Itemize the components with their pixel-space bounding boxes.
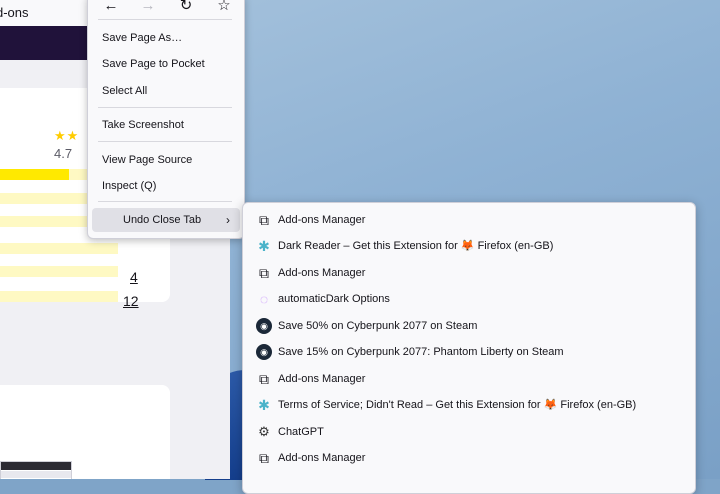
dark-reader-icon: ✱ [258,238,270,254]
closed-tab-label: Save 50% on Cyberpunk 2077 on Steam [278,320,478,332]
menu-separator [98,19,232,20]
context-nav-row: ← → ↻ ☆ [88,0,244,19]
closed-tab-item[interactable]: ◉ Save 50% on Cyberpunk 2077 on Steam [243,313,695,339]
rating-bar-0[interactable] [0,291,118,302]
thumbnail-toolbar [1,462,71,470]
rating-bar-fill [0,169,70,180]
undo-close-tab-item[interactable]: Undo Close Tab › [92,208,240,232]
closed-tab-label: ChatGPT [278,426,324,438]
select-all-item[interactable]: Select All [88,79,244,103]
automaticdark-icon: ◌ [259,291,269,307]
closed-tab-label: Add-ons Manager [278,452,366,464]
closed-tab-item[interactable]: ◌ automaticDark Options [243,286,695,312]
rating-count-link[interactable]: 4 [130,269,138,285]
closed-tab-item[interactable]: ⧉ Add-ons Manager [243,445,695,471]
closed-tab-label: Add-ons Manager [278,267,366,279]
closed-tab-label: automaticDark Options [278,293,390,305]
rating-bar-1[interactable] [0,266,118,277]
save-to-pocket-item[interactable]: Save Page to Pocket [88,52,244,76]
undo-close-tab-submenu: ⧉ Add-ons Manager ✱ Dark Reader – Get th… [242,202,696,494]
puzzle-icon: ⧉ [259,265,269,281]
closed-tab-item[interactable]: ⧉ Add-ons Manager [243,260,695,286]
closed-tab-label: Terms of Service; Didn't Read – Get this… [278,399,637,411]
closed-tab-item[interactable]: ✱ Terms of Service; Didn't Read – Get th… [243,392,695,418]
rating-count-link[interactable]: 12 [123,293,139,309]
firefox-icon: 🦊 [460,240,475,252]
chevron-right-icon: › [226,213,230,227]
back-icon[interactable]: ← [99,0,123,17]
closed-tab-label: Add-ons Manager [278,214,366,226]
menu-separator [98,107,232,108]
context-menu: ← → ↻ ☆ Save Page As… Save Page to Pocke… [87,0,245,239]
closed-tab-item[interactable]: ✱ Dark Reader – Get this Extension for 🦊… [243,233,695,259]
menu-separator [98,201,232,202]
undo-close-tab-label: Undo Close Tab [123,214,202,226]
closed-tab-label: Dark Reader – Get this Extension for 🦊 F… [278,240,554,252]
menu-separator [98,141,232,142]
save-page-as-item[interactable]: Save Page As… [88,26,244,50]
screenshot-thumbnail[interactable] [0,461,72,479]
closed-tab-label: Add-ons Manager [278,373,366,385]
puzzle-icon: ⧉ [259,212,269,228]
reload-icon[interactable]: ↻ [174,0,198,17]
steam-icon: ◉ [256,344,272,360]
chatgpt-icon: ⚙ [258,424,270,439]
tosdr-icon: ✱ [258,397,270,413]
tab-title[interactable]: d-ons [0,5,29,20]
puzzle-icon: ⧉ [259,371,269,387]
view-page-source-item[interactable]: View Page Source [88,148,244,172]
rating-stars: ★★ [54,128,80,143]
steam-icon: ◉ [256,318,272,334]
closed-tab-item[interactable]: ◉ Save 15% on Cyberpunk 2077: Phantom Li… [243,339,695,365]
firefox-icon: 🦊 [543,399,558,411]
forward-icon[interactable]: → [136,0,160,17]
bookmark-icon[interactable]: ☆ [212,0,236,17]
rating-bar-2[interactable] [0,243,118,254]
inspect-item[interactable]: Inspect (Q) [88,174,244,198]
thumbnail-body [1,471,71,478]
puzzle-icon: ⧉ [259,450,269,466]
closed-tab-item[interactable]: ⚙ ChatGPT [243,419,695,445]
rating-value: 4.7 [54,146,73,161]
closed-tab-item[interactable]: ⧉ Add-ons Manager [243,366,695,392]
closed-tab-label: Save 15% on Cyberpunk 2077: Phantom Libe… [278,346,564,358]
take-screenshot-item[interactable]: Take Screenshot [88,113,244,137]
closed-tab-item[interactable]: ⧉ Add-ons Manager [243,207,695,233]
